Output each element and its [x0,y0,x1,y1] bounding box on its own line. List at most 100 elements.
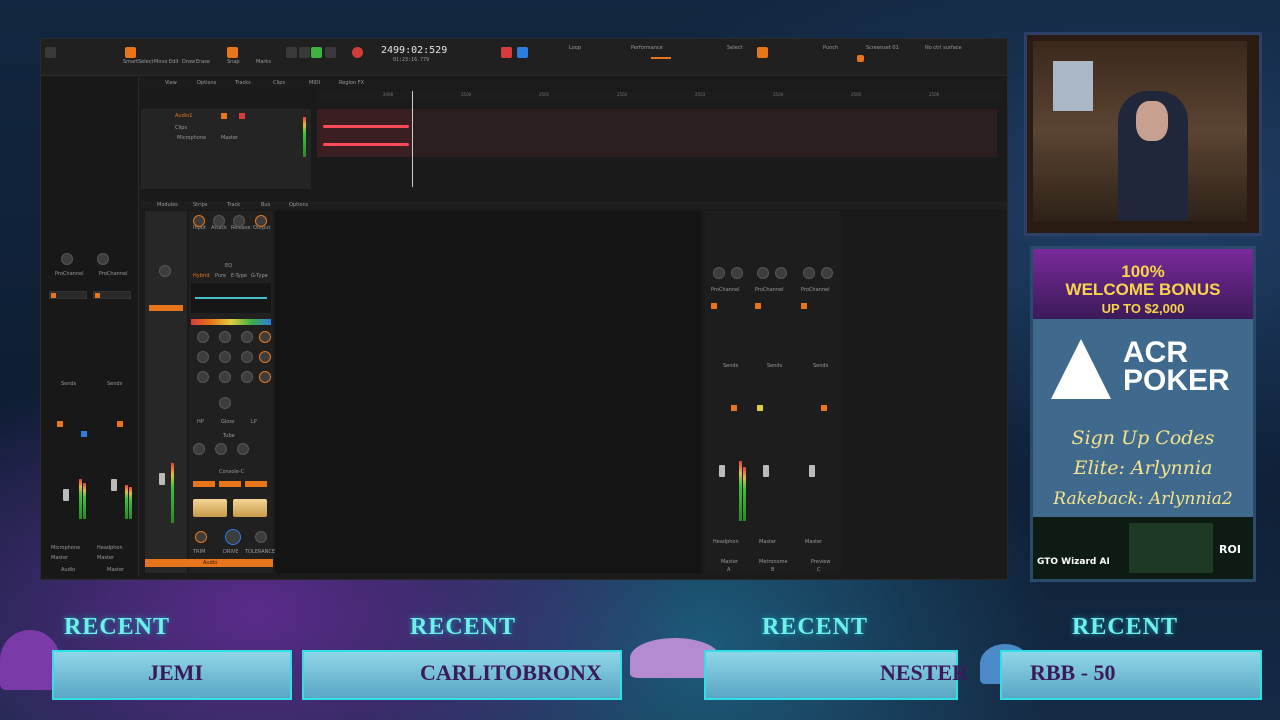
output-select[interactable]: Master [805,539,822,545]
gain-knob[interactable] [159,265,171,277]
eq-band-knob[interactable] [259,371,271,383]
eq-gloss-knob[interactable] [219,397,231,409]
loop-toggle-button[interactable] [517,47,528,58]
play-button[interactable] [311,47,322,58]
console-menu-options[interactable]: Options [289,202,308,208]
track-input[interactable]: Microphone [177,135,206,141]
output-select[interactable]: Headphon [713,539,739,545]
eq-toggle[interactable] [51,293,56,298]
stop-button[interactable] [299,47,310,58]
compressor-output-knob[interactable] [255,215,267,227]
eq-band-knob[interactable] [219,351,231,363]
console-menu-track[interactable]: Track [227,202,240,208]
screenset-label[interactable]: Screenset 01 [866,45,899,51]
eq-band-knob[interactable] [241,351,253,363]
console-menu-strips[interactable]: Strips [193,202,207,208]
volume-fader[interactable] [111,479,117,491]
eq-band-knob[interactable] [241,371,253,383]
eq-band-strip[interactable] [191,319,271,325]
console-menu-modules[interactable]: Modules [157,202,178,208]
eq-band-knob[interactable] [197,331,209,343]
record-arm-button[interactable] [239,113,245,119]
volume-fader[interactable] [763,465,769,477]
console-type-button[interactable] [245,481,267,487]
console-type-button[interactable] [219,481,241,487]
record-arm-button[interactable] [117,421,123,427]
eq-band-knob[interactable] [197,371,209,383]
timeline-ruler[interactable]: 2498 2500 2501 2502 2503 2504 2505 2506 [317,91,1002,101]
console-tolerance-knob[interactable] [255,531,267,543]
rewind-button[interactable] [286,47,297,58]
eq-mode-etype[interactable]: E-Type [231,273,247,279]
prochannel-toggle[interactable] [149,305,183,311]
eq-band-knob[interactable] [197,351,209,363]
gain-knob[interactable] [97,253,109,265]
mute-button[interactable] [57,421,63,427]
menu-midi[interactable]: MIDI [309,80,320,86]
screenset-1-button[interactable] [857,55,864,62]
smart-tool-button[interactable] [125,47,136,58]
console-type-button[interactable] [193,481,215,487]
output-select[interactable]: Master [51,555,68,561]
input-monitor-button[interactable] [81,431,87,437]
output-select[interactable]: Master [759,539,776,545]
eq-toggle[interactable] [755,303,761,309]
eq-band-knob[interactable] [241,331,253,343]
solo-button[interactable] [757,405,763,411]
pause-button[interactable] [325,47,336,58]
menu-tracks[interactable]: Tracks [235,80,251,86]
console-trim-knob[interactable] [195,531,207,543]
eq-band-knob[interactable] [259,351,271,363]
gain-knob[interactable] [803,267,815,279]
eq-toggle[interactable] [711,303,717,309]
eq-mode-gtype[interactable]: G-Type [251,273,268,279]
control-surface-label[interactable]: No ctrl surface [925,45,962,51]
eq-band-knob[interactable] [219,371,231,383]
track-header[interactable]: Audio1 Clips Microphone Master [141,109,311,189]
output-select[interactable]: Master [97,555,114,561]
gain-knob[interactable] [61,253,73,265]
tube-input-knob[interactable] [193,443,205,455]
menu-view[interactable]: View [165,80,177,86]
input-select[interactable]: Headphon [97,545,123,551]
app-menu-icon[interactable] [45,47,56,58]
track-name[interactable]: Audio1 [175,113,192,119]
selected-strip-name-bar[interactable]: Audio [145,559,273,567]
eq-mode-pure[interactable]: Pure [215,273,226,279]
eq-band-knob[interactable] [259,331,271,343]
mute-button[interactable] [221,113,227,119]
compressor-input-knob[interactable] [193,215,205,227]
pan-knob[interactable] [775,267,787,279]
volume-fader[interactable] [63,489,69,501]
compressor-release-knob[interactable] [233,215,245,227]
mute-button[interactable] [821,405,827,411]
eq-toggle[interactable] [801,303,807,309]
gain-knob[interactable] [713,267,725,279]
eq-band-knob[interactable] [219,331,231,343]
track-lane[interactable] [317,109,997,157]
select-module-button[interactable] [757,47,768,58]
eq-toggle[interactable] [95,293,100,298]
audio-clip[interactable] [317,109,412,157]
console-menu-bus[interactable]: Bus [261,202,270,208]
eq-mode-hybrid[interactable]: Hybrid [193,273,210,279]
input-select[interactable]: Microphone [51,545,80,551]
menu-options[interactable]: Options [197,80,216,86]
volume-fader[interactable] [719,465,725,477]
mute-button[interactable] [731,405,737,411]
eq-curve-display[interactable] [191,283,271,313]
menu-region-fx[interactable]: Region FX [339,80,364,86]
track-output[interactable]: Master [221,135,238,141]
transport-timecode[interactable]: 2499:02:529 [381,45,447,56]
pan-knob[interactable] [731,267,743,279]
snap-button[interactable] [227,47,238,58]
gain-knob[interactable] [757,267,769,279]
console-drive-knob[interactable] [225,529,241,545]
playhead[interactable] [412,91,413,187]
tube-drive-knob[interactable] [215,443,227,455]
menu-clips[interactable]: Clips [273,80,285,86]
volume-fader[interactable] [159,473,165,485]
record-button[interactable] [352,47,363,58]
volume-fader[interactable] [809,465,815,477]
pan-knob[interactable] [821,267,833,279]
